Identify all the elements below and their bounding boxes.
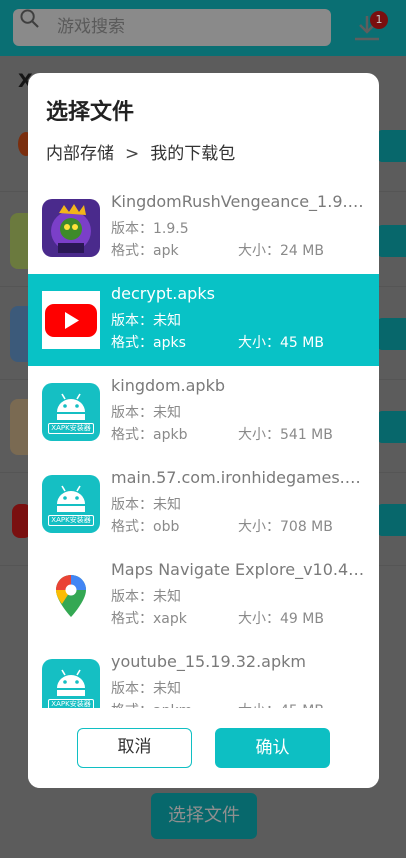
youtube-icon bbox=[42, 291, 100, 349]
file-size: 大小：49 MB bbox=[238, 611, 324, 627]
xapk-installer-icon: XAPK安装器 bbox=[42, 475, 100, 533]
breadcrumb-root[interactable]: 内部存储 bbox=[46, 144, 114, 164]
file-version: 版本：未知 bbox=[111, 681, 181, 697]
file-size: 大小：45 MB bbox=[238, 700, 324, 708]
file-name: decrypt.apks bbox=[111, 284, 215, 303]
google-maps-icon bbox=[42, 567, 100, 625]
file-version: 版本：未知 bbox=[111, 497, 181, 513]
breadcrumb-current[interactable]: 我的下载包 bbox=[150, 144, 235, 164]
file-name: KingdomRushVengeance_1.9.5... bbox=[111, 192, 365, 211]
xapk-installer-icon: XAPK安装器 bbox=[42, 659, 100, 708]
file-version: 版本：未知 bbox=[111, 589, 181, 605]
xapk-label: XAPK安装器 bbox=[48, 423, 94, 434]
file-format: 格式：obb bbox=[111, 519, 180, 535]
file-format: 格式：apks bbox=[111, 335, 186, 351]
cancel-button[interactable]: 取消 bbox=[77, 728, 192, 768]
file-size: 大小：708 MB bbox=[238, 519, 333, 535]
download-badge: 1 bbox=[370, 11, 388, 29]
dialog-title: 选择文件 bbox=[46, 100, 135, 125]
search-icon bbox=[20, 9, 39, 28]
file-format: 格式：xapk bbox=[111, 611, 187, 627]
file-format: 格式：apkm bbox=[111, 700, 192, 708]
file-item[interactable]: KingdomRushVengeance_1.9.5... 版本：1.9.5 格… bbox=[28, 182, 379, 274]
breadcrumb-separator: > bbox=[125, 144, 140, 164]
file-size: 大小：24 MB bbox=[238, 243, 324, 259]
file-version: 版本：未知 bbox=[111, 405, 181, 421]
search-placeholder: 游戏搜索 bbox=[57, 17, 125, 37]
dialog-footer: 取消 确认 bbox=[28, 708, 379, 788]
confirm-button[interactable]: 确认 bbox=[215, 728, 330, 768]
file-name: Maps Navigate Explore_v10.40... bbox=[111, 560, 365, 579]
select-file-dialog: 选择文件 内部存储 > 我的下载包 KingdomRushVengeance_1.9… bbox=[28, 73, 379, 788]
file-format: 格式：apkb bbox=[111, 427, 188, 443]
file-version: 版本：未知 bbox=[111, 313, 181, 329]
background-search-input: 游戏搜索 bbox=[13, 9, 331, 46]
file-name: main.57.com.ironhidegames.a... bbox=[111, 468, 365, 487]
file-item[interactable]: Maps Navigate Explore_v10.40... 版本：未知 格式… bbox=[28, 550, 379, 642]
file-name: youtube_15.19.32.apkm bbox=[111, 652, 306, 671]
file-item[interactable]: XAPK安装器 kingdom.apkb 版本：未知 格式：apkb 大小：54… bbox=[28, 366, 379, 458]
xapk-label: XAPK安装器 bbox=[48, 515, 94, 526]
file-size: 大小：45 MB bbox=[238, 335, 324, 351]
file-item[interactable]: XAPK安装器 main.57.com.ironhidegames.a... 版… bbox=[28, 458, 379, 550]
breadcrumb: 内部存储 > 我的下载包 bbox=[46, 139, 235, 164]
xapk-installer-icon: XAPK安装器 bbox=[42, 383, 100, 441]
kingdom-rush-icon bbox=[42, 199, 100, 257]
file-item[interactable]: XAPK安装器 youtube_15.19.32.apkm 版本：未知 格式：a… bbox=[28, 642, 379, 708]
file-name: kingdom.apkb bbox=[111, 376, 226, 395]
xapk-label: XAPK安装器 bbox=[48, 699, 94, 708]
background-header: 游戏搜索 1 bbox=[0, 0, 406, 56]
file-item-selected[interactable]: decrypt.apks 版本：未知 格式：apks 大小：45 MB bbox=[28, 274, 379, 366]
file-format: 格式：apk bbox=[111, 243, 179, 259]
file-version: 版本：1.9.5 bbox=[111, 221, 189, 237]
file-size: 大小：541 MB bbox=[238, 427, 333, 443]
file-list[interactable]: KingdomRushVengeance_1.9.5... 版本：1.9.5 格… bbox=[28, 182, 379, 708]
background-select-file-button: 选择文件 bbox=[151, 793, 257, 839]
